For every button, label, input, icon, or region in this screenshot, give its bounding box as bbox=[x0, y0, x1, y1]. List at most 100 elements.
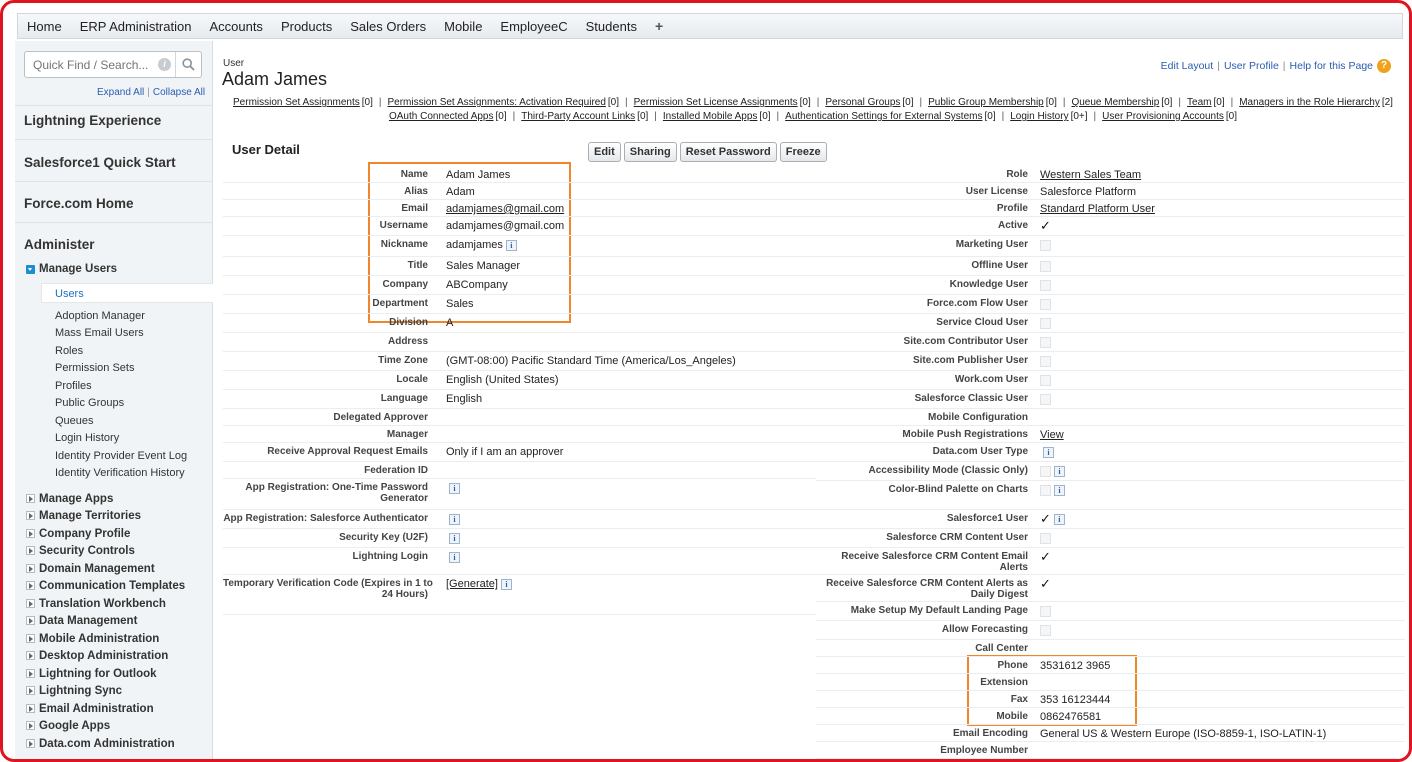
sidebar-item-users-selected[interactable]: Users bbox=[41, 283, 213, 303]
related-link-installed-mobile-apps[interactable]: Installed Mobile Apps bbox=[663, 111, 758, 122]
sidebar-mobile-administration[interactable]: Mobile Administration bbox=[39, 633, 159, 645]
related-link-personal-groups[interactable]: Personal Groups bbox=[825, 97, 900, 108]
edit-layout-link[interactable]: Edit Layout bbox=[1161, 60, 1214, 72]
reset-password-button[interactable]: Reset Password bbox=[679, 142, 777, 162]
collapse-toggle-icon[interactable] bbox=[26, 265, 35, 274]
help-for-page-link[interactable]: Help for this Page bbox=[1290, 60, 1373, 72]
expand-toggle-icon[interactable] bbox=[26, 494, 35, 503]
sidebar-security-controls[interactable]: Security Controls bbox=[39, 545, 135, 557]
sidebar-item-login-history[interactable]: Login History bbox=[55, 432, 119, 444]
sidebar-data-com-administration[interactable]: Data.com Administration bbox=[39, 738, 175, 750]
info-icon[interactable]: i bbox=[1043, 446, 1054, 458]
sidebar-item-profiles[interactable]: Profiles bbox=[55, 380, 92, 392]
search-button[interactable] bbox=[175, 52, 201, 77]
quick-find-input[interactable] bbox=[25, 52, 175, 77]
sidebar-item-identity-verification-history[interactable]: Identity Verification History bbox=[55, 467, 185, 479]
sidebar-communication-templates[interactable]: Communication Templates bbox=[39, 580, 185, 592]
freeze-button[interactable]: Freeze bbox=[779, 142, 827, 162]
tab-products[interactable]: Products bbox=[272, 19, 341, 34]
expand-all-link[interactable]: Expand All bbox=[97, 87, 144, 98]
sidebar-force-com-home[interactable]: Force.com Home bbox=[24, 196, 134, 211]
expand-toggle-icon[interactable] bbox=[26, 546, 35, 555]
related-link-oauth-connected-apps[interactable]: OAuth Connected Apps bbox=[389, 111, 494, 122]
tab-accounts[interactable]: Accounts bbox=[200, 19, 271, 34]
tab-sales-orders[interactable]: Sales Orders bbox=[341, 19, 435, 34]
expand-toggle-icon[interactable] bbox=[26, 651, 35, 660]
related-link-permission-set-license-assignments[interactable]: Permission Set License Assignments bbox=[634, 97, 798, 108]
expand-toggle-icon[interactable] bbox=[26, 599, 35, 608]
sharing-button[interactable]: Sharing bbox=[623, 142, 677, 162]
sidebar-manage-territories[interactable]: Manage Territories bbox=[39, 510, 141, 522]
sidebar-translation-workbench[interactable]: Translation Workbench bbox=[39, 598, 166, 610]
tab-home[interactable]: Home bbox=[18, 19, 71, 34]
info-icon[interactable]: i bbox=[1054, 484, 1065, 496]
sidebar-google-apps[interactable]: Google Apps bbox=[39, 720, 110, 732]
field-value-text[interactable]: [Generate] bbox=[446, 578, 498, 590]
info-icon[interactable]: i bbox=[449, 513, 460, 525]
tab-students[interactable]: Students bbox=[577, 19, 646, 34]
expand-toggle-icon[interactable] bbox=[26, 511, 35, 520]
sidebar-item-queues[interactable]: Queues bbox=[55, 415, 94, 427]
sidebar-domain-management[interactable]: Domain Management bbox=[39, 563, 155, 575]
sidebar-email-administration[interactable]: Email Administration bbox=[39, 703, 154, 715]
related-link-permission-set-assignments[interactable]: Permission Set Assignments bbox=[233, 97, 360, 108]
info-icon[interactable]: i bbox=[449, 551, 460, 563]
sidebar-lightning-sync[interactable]: Lightning Sync bbox=[39, 685, 122, 697]
expand-toggle-icon[interactable] bbox=[26, 581, 35, 590]
sidebar-lightning-for-outlook[interactable]: Lightning for Outlook bbox=[39, 668, 157, 680]
tab-erp-administration[interactable]: ERP Administration bbox=[71, 19, 201, 34]
sidebar-company-profile[interactable]: Company Profile bbox=[39, 528, 130, 540]
field-value-text[interactable]: View bbox=[1040, 429, 1064, 441]
sidebar-item-adoption-manager[interactable]: Adoption Manager bbox=[55, 310, 145, 322]
related-link-authentication-settings-for-external-systems[interactable]: Authentication Settings for External Sys… bbox=[785, 111, 982, 122]
collapse-all-link[interactable]: Collapse All bbox=[153, 87, 205, 98]
field-value-role[interactable]: Western Sales Team bbox=[1040, 169, 1141, 181]
info-icon[interactable]: i bbox=[500, 578, 512, 590]
all-tabs-plus-icon[interactable]: + bbox=[646, 18, 672, 34]
related-link-public-group-membership[interactable]: Public Group Membership bbox=[928, 97, 1044, 108]
info-icon[interactable]: i bbox=[1054, 465, 1065, 477]
tab-employeec[interactable]: EmployeeC bbox=[491, 19, 576, 34]
field-value-text[interactable]: Western Sales Team bbox=[1040, 169, 1141, 181]
expand-toggle-icon[interactable] bbox=[26, 669, 35, 678]
related-link-third-party-account-links[interactable]: Third-Party Account Links bbox=[521, 111, 635, 122]
info-icon[interactable]: i bbox=[449, 482, 460, 494]
help-icon[interactable]: ? bbox=[1377, 59, 1391, 73]
field-value-text[interactable]: adamjames@gmail.com bbox=[446, 203, 564, 215]
sidebar-item-public-groups[interactable]: Public Groups bbox=[55, 397, 124, 409]
field-value-email[interactable]: adamjames@gmail.com bbox=[446, 203, 564, 215]
related-link-login-history[interactable]: Login History bbox=[1010, 111, 1068, 122]
tab-mobile[interactable]: Mobile bbox=[435, 19, 491, 34]
expand-toggle-icon[interactable] bbox=[26, 704, 35, 713]
sidebar-item-mass-email-users[interactable]: Mass Email Users bbox=[55, 327, 144, 339]
edit-button[interactable]: Edit bbox=[588, 142, 621, 162]
sidebar-data-management[interactable]: Data Management bbox=[39, 615, 137, 627]
sidebar-manage-users[interactable]: Manage Users bbox=[39, 263, 117, 275]
sidebar-desktop-administration[interactable]: Desktop Administration bbox=[39, 650, 168, 662]
expand-toggle-icon[interactable] bbox=[26, 564, 35, 573]
field-value-text[interactable]: Standard Platform User bbox=[1040, 203, 1155, 215]
expand-toggle-icon[interactable] bbox=[26, 686, 35, 695]
related-link-team[interactable]: Team bbox=[1187, 97, 1211, 108]
sidebar-lightning-experience[interactable]: Lightning Experience bbox=[24, 113, 161, 128]
field-value-temporary-verification-code-expires-in-1-to[interactable]: [Generate] i bbox=[446, 578, 512, 590]
sidebar-manage-apps[interactable]: Manage Apps bbox=[39, 493, 113, 505]
related-link-permission-set-assignments-activation-required[interactable]: Permission Set Assignments: Activation R… bbox=[387, 97, 605, 108]
info-icon[interactable]: i bbox=[449, 532, 460, 544]
related-link-user-provisioning-accounts[interactable]: User Provisioning Accounts bbox=[1102, 111, 1224, 122]
sidebar-item-roles[interactable]: Roles bbox=[55, 345, 83, 357]
expand-toggle-icon[interactable] bbox=[26, 739, 35, 748]
related-link-managers-in-the-role-hierarchy[interactable]: Managers in the Role Hierarchy bbox=[1239, 97, 1380, 108]
info-icon[interactable]: i bbox=[1053, 513, 1065, 525]
info-icon[interactable]: i bbox=[158, 58, 171, 71]
expand-toggle-icon[interactable] bbox=[26, 529, 35, 538]
related-link-queue-membership[interactable]: Queue Membership bbox=[1071, 97, 1159, 108]
expand-toggle-icon[interactable] bbox=[26, 634, 35, 643]
field-value-mobile-push-registrations[interactable]: View bbox=[1040, 429, 1064, 441]
info-icon[interactable]: i bbox=[505, 239, 517, 251]
user-profile-link[interactable]: User Profile bbox=[1224, 60, 1279, 72]
sidebar-item-permission-sets[interactable]: Permission Sets bbox=[55, 362, 134, 374]
expand-toggle-icon[interactable] bbox=[26, 616, 35, 625]
expand-toggle-icon[interactable] bbox=[26, 721, 35, 730]
sidebar-salesforce1-quick-start[interactable]: Salesforce1 Quick Start bbox=[24, 155, 176, 170]
